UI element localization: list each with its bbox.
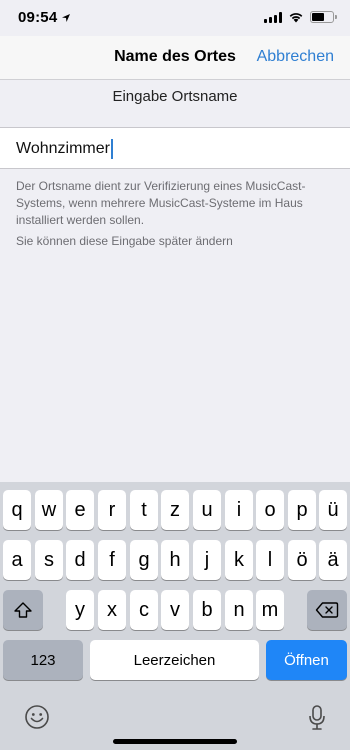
status-icons	[264, 11, 337, 23]
battery-icon	[310, 11, 337, 23]
backspace-key[interactable]	[307, 590, 347, 630]
key-w[interactable]: w	[35, 490, 63, 530]
note-text: Sie können diese Eingabe später ändern	[16, 234, 233, 248]
text-caret	[110, 139, 113, 159]
description-text: Der Ortsname dient zur Verifizierung ein…	[16, 179, 306, 227]
key-oe[interactable]: ö	[288, 540, 316, 580]
key-n[interactable]: n	[225, 590, 253, 630]
key-h[interactable]: h	[161, 540, 189, 580]
key-j[interactable]: j	[193, 540, 221, 580]
keyboard: q w e r t z u i o p ü a s d f g h j k l …	[0, 482, 350, 750]
key-f[interactable]: f	[98, 540, 126, 580]
key-e[interactable]: e	[66, 490, 94, 530]
status-bar: 09:54	[0, 0, 350, 36]
input-value[interactable]: Wohnzimmer	[16, 140, 110, 158]
key-b[interactable]: b	[193, 590, 221, 630]
key-c[interactable]: c	[130, 590, 158, 630]
key-o[interactable]: o	[256, 490, 284, 530]
navigation-bar: Name des Ortes Abbrechen	[0, 36, 350, 80]
location-arrow-icon	[62, 13, 71, 22]
key-z[interactable]: z	[161, 490, 189, 530]
key-v[interactable]: v	[161, 590, 189, 630]
input-value-wrapper[interactable]: Wohnzimmer	[16, 139, 113, 159]
backspace-icon	[315, 602, 339, 618]
key-x[interactable]: x	[98, 590, 126, 630]
key-i[interactable]: i	[225, 490, 253, 530]
key-a[interactable]: a	[3, 540, 31, 580]
key-m[interactable]: m	[256, 590, 284, 630]
key-g[interactable]: g	[130, 540, 158, 580]
key-l[interactable]: l	[256, 540, 284, 580]
wifi-icon	[289, 13, 303, 23]
status-time-group: 09:54	[18, 9, 71, 26]
key-r[interactable]: r	[98, 490, 126, 530]
key-q[interactable]: q	[3, 490, 31, 530]
status-time: 09:54	[18, 9, 58, 26]
shift-icon	[14, 602, 32, 618]
key-d[interactable]: d	[66, 540, 94, 580]
numbers-key[interactable]: 123	[3, 640, 83, 680]
cancel-button[interactable]: Abbrechen	[257, 48, 334, 66]
key-p[interactable]: p	[288, 490, 316, 530]
shift-key[interactable]	[3, 590, 43, 630]
cellular-signal-icon	[264, 11, 282, 23]
return-key[interactable]: Öffnen	[266, 640, 347, 680]
section-title: Eingabe Ortsname	[112, 88, 238, 105]
space-key[interactable]: Leerzeichen	[90, 640, 259, 680]
key-u[interactable]: u	[193, 490, 221, 530]
microphone-icon[interactable]	[307, 704, 327, 732]
emoji-icon[interactable]	[24, 704, 50, 730]
place-name-input[interactable]: Wohnzimmer	[0, 127, 350, 169]
key-t[interactable]: t	[130, 490, 158, 530]
key-ae[interactable]: ä	[319, 540, 347, 580]
key-s[interactable]: s	[35, 540, 63, 580]
key-ue[interactable]: ü	[319, 490, 347, 530]
key-k[interactable]: k	[225, 540, 253, 580]
home-indicator	[113, 739, 237, 744]
key-y[interactable]: y	[66, 590, 94, 630]
